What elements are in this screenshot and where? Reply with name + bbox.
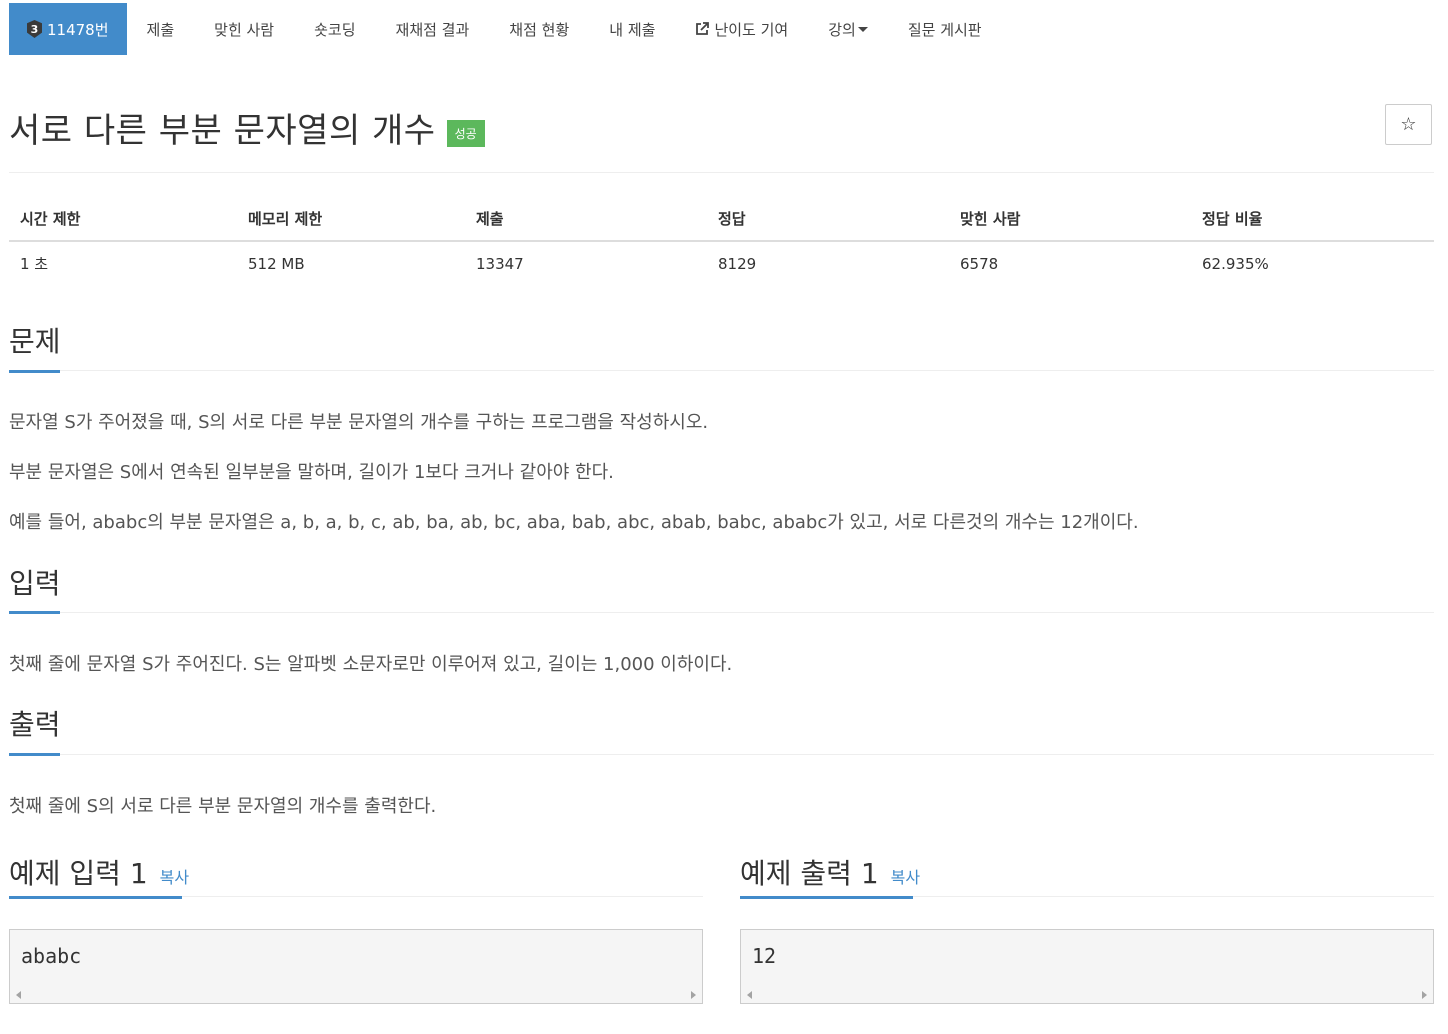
input-divider <box>9 612 1434 613</box>
output-underline <box>9 753 60 756</box>
star-icon: ☆ <box>1400 114 1417 135</box>
info-submissions: 13347 <box>476 254 524 273</box>
nav-judge-status[interactable]: 채점 현황 <box>489 3 589 55</box>
nav-submit[interactable]: 제출 <box>127 3 195 55</box>
description-paragraph-1: 문자열 S가 주어졌을 때, S의 서로 다른 부분 문자열의 개수를 구하는 … <box>9 412 709 433</box>
problem-menu: 3 11478번 제출 맞힌 사람 숏코딩 재채점 결과 채점 현황 내 제출 … <box>9 3 1002 55</box>
info-header-submissions: 제출 <box>465 196 707 242</box>
favorite-button[interactable]: ☆ <box>1385 104 1432 145</box>
nav-short-coding[interactable]: 숏코딩 <box>294 3 375 55</box>
nav-difficulty-label: 난이도 기여 <box>714 20 789 39</box>
info-solved-users: 6578 <box>960 254 999 273</box>
sample-input-heading: 예제 입력 1 복사 <box>9 852 189 892</box>
input-description: 첫째 줄에 문자열 S가 주어진다. S는 알파벳 소문자로만 이루어져 있고,… <box>9 654 733 675</box>
info-value-row: 1 초 512 MB 13347 8129 6578 62.935% <box>9 241 1434 285</box>
input-heading-text: 입력 <box>9 567 61 600</box>
info-header-time-limit: 시간 제한 <box>9 196 237 242</box>
title-divider <box>9 172 1434 173</box>
info-accepted: 8129 <box>718 254 757 273</box>
description-heading: 문제 <box>9 325 61 359</box>
problem-title: 서로 다른 부분 문자열의 개수 <box>9 111 436 151</box>
problem-number-tab[interactable]: 3 11478번 <box>9 3 127 55</box>
sample-input-value: ababc <box>21 944 82 968</box>
sample-input-underline <box>9 896 182 899</box>
problem-page: 3 11478번 제출 맞힌 사람 숏코딩 재채점 결과 채점 현황 내 제출 … <box>0 0 1448 1034</box>
output-heading-text: 출력 <box>9 708 61 741</box>
description-paragraph-3: 예를 들어, ababc의 부분 문자열은 a, b, a, b, c, ab,… <box>9 512 1139 533</box>
problem-info-table: 시간 제한 메모리 제한 제출 정답 맞힌 사람 정답 비율 1 초 512 M… <box>9 196 1434 285</box>
scroll-left-icon[interactable] <box>16 991 21 999</box>
status-badge: 성공 <box>446 120 485 147</box>
nav-lectures-label: 강의 <box>828 20 856 39</box>
info-time-limit: 1 초 <box>20 255 49 273</box>
problem-title-row: 서로 다른 부분 문자열의 개수 성공 <box>9 103 485 152</box>
sample-output-heading-text: 예제 출력 1 <box>740 857 879 890</box>
scroll-right-icon[interactable] <box>691 991 696 999</box>
info-header-solved-users: 맞힌 사람 <box>949 196 1191 242</box>
external-link-icon <box>696 22 710 35</box>
tier-badge-icon: 3 <box>27 20 42 38</box>
copy-sample-input-button[interactable]: 복사 <box>160 864 189 888</box>
description-divider <box>9 370 1434 371</box>
info-header-memory-limit: 메모리 제한 <box>237 196 465 242</box>
scroll-left-icon[interactable] <box>747 991 752 999</box>
description-paragraph-2: 부분 문자열은 S에서 연속된 일부분을 말하며, 길이가 1보다 크거나 같아… <box>9 462 614 483</box>
caret-down-icon <box>857 26 868 32</box>
nav-difficulty-contribution[interactable]: 난이도 기여 <box>675 3 808 55</box>
sample-output-value: 12 <box>752 944 777 968</box>
sample-output-box[interactable]: 12 <box>740 929 1434 1004</box>
nav-lectures-dropdown[interactable]: 강의 <box>808 3 888 55</box>
nav-my-submissions[interactable]: 내 제출 <box>589 3 675 55</box>
sample-output-underline <box>740 896 913 899</box>
info-header-accepted: 정답 <box>707 196 949 242</box>
description-heading-text: 문제 <box>9 325 61 358</box>
problem-number: 11478번 <box>47 20 109 39</box>
sample-input-scrollbar[interactable] <box>10 986 702 1003</box>
scroll-right-icon[interactable] <box>1422 991 1427 999</box>
nav-question-board[interactable]: 질문 게시판 <box>888 3 1002 55</box>
input-heading: 입력 <box>9 567 61 601</box>
output-divider <box>9 754 1434 755</box>
info-header-accept-rate: 정답 비율 <box>1191 196 1434 242</box>
info-header-row: 시간 제한 메모리 제한 제출 정답 맞힌 사람 정답 비율 <box>9 196 1434 242</box>
info-memory-limit: 512 MB <box>248 254 305 273</box>
sample-input-heading-text: 예제 입력 1 <box>9 857 148 890</box>
nav-rejudge-results[interactable]: 재채점 결과 <box>376 3 490 55</box>
input-underline <box>9 611 60 614</box>
description-underline <box>9 370 60 373</box>
copy-sample-output-button[interactable]: 복사 <box>891 864 920 888</box>
info-accept-rate: 62.935% <box>1202 254 1269 273</box>
sample-input-box[interactable]: ababc <box>9 929 703 1004</box>
nav-solved-users[interactable]: 맞힌 사람 <box>194 3 294 55</box>
sample-output-scrollbar[interactable] <box>741 986 1433 1003</box>
sample-output-heading: 예제 출력 1 복사 <box>740 852 920 892</box>
output-heading: 출력 <box>9 708 61 742</box>
output-description: 첫째 줄에 S의 서로 다른 부분 문자열의 개수를 출력한다. <box>9 796 437 817</box>
